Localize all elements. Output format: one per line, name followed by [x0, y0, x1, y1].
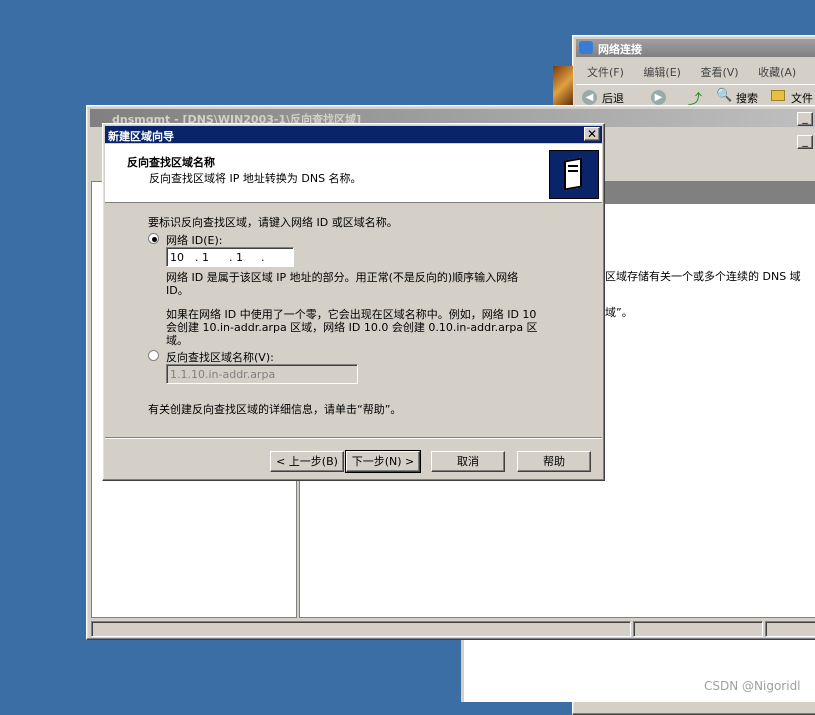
next-button[interactable]: 下一步(N) >	[345, 450, 421, 473]
network-id-zero-note: 如果在网络 ID 中使用了一个零，它会出现在区域名称中。例如，网络 ID 10 …	[166, 308, 538, 347]
folders-icon[interactable]	[771, 90, 785, 101]
help-button[interactable]: 帮助	[517, 451, 591, 472]
desktop-thumbnail-image	[553, 66, 573, 106]
dnsmgmt-minimize-button[interactable]: _	[797, 112, 813, 126]
forward-arrow-icon[interactable]: ▶	[651, 90, 666, 105]
ip-dot-3: .	[261, 251, 265, 264]
wizard-title: 新建区域向导	[108, 130, 174, 143]
network-menubar: 文件(F) 编辑(E) 查看(V) 收藏(A)	[587, 64, 815, 80]
network-window-titlebar[interactable]: 网络连接	[576, 39, 815, 57]
status-pane-3	[765, 621, 815, 637]
ip-octet-1[interactable]: 10	[170, 251, 184, 264]
csdn-watermark: CSDN @Nigoridl	[704, 679, 801, 693]
status-pane-1	[91, 621, 631, 637]
zone-name-radio[interactable]	[148, 350, 159, 361]
back-button-label[interactable]: 后退	[602, 90, 624, 106]
ip-dot-2: .	[229, 251, 233, 264]
wizard-header-panel: 反向查找区域名称 反向查找区域将 IP 地址转换为 DNS 名称。	[105, 144, 602, 203]
wizard-intro-text: 要标识反向查找区域，请键入网络 ID 或区域名称。	[148, 216, 398, 229]
menu-edit[interactable]: 编辑(E)	[643, 64, 681, 80]
back-arrow-icon[interactable]: ◀	[582, 90, 597, 105]
details-text-2: 域”。	[605, 306, 633, 319]
zone-name-value: 1.1.10.in-addr.arpa	[170, 368, 276, 381]
new-zone-wizard-dialog: 新建区域向导 ✕ 反向查找区域名称 反向查找区域将 IP 地址转换为 DNS 名…	[102, 123, 605, 481]
wizard-header-subtitle: 反向查找区域将 IP 地址转换为 DNS 名称。	[149, 172, 362, 185]
menu-favorites[interactable]: 收藏(A)	[758, 64, 796, 80]
help-hint-text: 有关创建反向查找区域的详细信息，请单击“帮助”。	[148, 403, 402, 416]
zone-name-radio-label[interactable]: 反向查找区域名称(V):	[166, 349, 274, 365]
search-button-label[interactable]: 搜索	[736, 90, 758, 106]
network-id-description: 网络 ID 是属于该区域 IP 地址的部分。用正常(不是反向的)顺序输入网络 I…	[166, 271, 519, 297]
menu-file[interactable]: 文件(F)	[587, 64, 624, 80]
up-folder-icon[interactable]: ⤴	[688, 89, 704, 108]
ip-octet-2[interactable]: 1	[202, 251, 209, 264]
wizard-close-button[interactable]: ✕	[584, 127, 600, 141]
back-button[interactable]: < 上一步(B)	[270, 451, 344, 472]
network-icon	[579, 41, 593, 54]
wizard-titlebar[interactable]: 新建区域向导	[105, 126, 602, 143]
ip-octet-3[interactable]: 1	[236, 251, 243, 264]
dns-server-icon	[549, 150, 599, 199]
wizard-separator	[105, 437, 602, 439]
ip-dot-1: .	[195, 251, 199, 264]
network-window-title: 网络连接	[598, 43, 642, 56]
zone-name-field: 1.1.10.in-addr.arpa	[166, 364, 358, 384]
network-id-radio-label[interactable]: 网络 ID(E):	[166, 232, 222, 248]
menu-view[interactable]: 查看(V)	[700, 64, 738, 80]
dnsmgmt-child-minimize-button[interactable]: _	[797, 135, 813, 149]
cancel-button[interactable]: 取消	[431, 451, 505, 472]
wizard-header-title: 反向查找区域名称	[127, 156, 215, 169]
network-id-radio[interactable]	[148, 233, 159, 244]
folders-button-label[interactable]: 文件	[791, 90, 813, 106]
network-id-ip-field[interactable]: 10 . 1 . 1 .	[166, 247, 294, 267]
details-text-1: 区域存储有关一个或多个连续的 DNS 域	[605, 270, 801, 283]
status-pane-2	[633, 621, 763, 637]
search-icon[interactable]: 🔍	[716, 88, 732, 103]
